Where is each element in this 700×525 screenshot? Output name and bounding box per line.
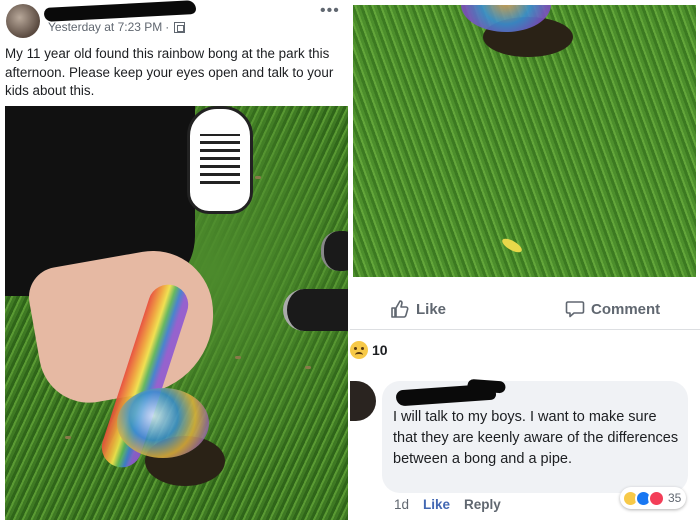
comment-reactions[interactable]: 35 — [620, 487, 687, 509]
comment-reaction-count: 35 — [668, 491, 682, 505]
white-sneaker — [187, 106, 253, 214]
post-photo[interactable] — [5, 106, 348, 520]
yellow-leaf — [500, 236, 524, 255]
post-meta: Yesterday at 7:23 PM · — [48, 20, 186, 34]
speech-bubble-icon — [565, 301, 585, 318]
audience-icon[interactable] — [174, 21, 186, 33]
meta-separator: · — [165, 20, 170, 34]
like-button[interactable]: Like — [390, 299, 446, 319]
sad-emoji-icon — [350, 341, 368, 359]
rainbow-pipe-bowl — [117, 388, 209, 458]
comment-button[interactable]: Comment — [565, 299, 660, 319]
poster-avatar[interactable] — [6, 4, 40, 38]
comment-text: I will talk to my boys. I want to make s… — [393, 409, 679, 467]
action-bar: Like Comment — [350, 290, 700, 330]
commenter-avatar[interactable] — [350, 381, 376, 421]
comment-label: Comment — [591, 300, 661, 318]
like-label: Like — [416, 300, 447, 318]
grass-debris — [65, 436, 71, 439]
commenter-name-redaction — [395, 383, 497, 407]
grass-debris — [235, 356, 241, 359]
grass-debris — [255, 176, 261, 179]
comment-bubble: I will talk to my boys. I want to make s… — [382, 381, 688, 493]
thumbs-up-icon — [391, 300, 409, 318]
grass-debris — [305, 366, 311, 369]
post-header: Yesterday at 7:23 PM · ••• — [0, 0, 350, 44]
post-timestamp[interactable]: Yesterday at 7:23 PM — [48, 20, 162, 34]
reaction-summary[interactable]: 10 — [350, 341, 388, 359]
black-shoe — [321, 231, 348, 271]
black-shoe — [283, 289, 348, 331]
post-photo-continued[interactable] — [353, 5, 696, 277]
comment-like-link[interactable]: Like — [423, 497, 450, 512]
comment-time[interactable]: 1d — [394, 497, 409, 512]
comment-reply-link[interactable]: Reply — [464, 497, 501, 512]
post-text: My 11 year old found this rainbow bong a… — [5, 46, 334, 98]
poster-name-redaction — [43, 0, 197, 22]
reaction-count: 10 — [372, 342, 388, 358]
post-panel: Yesterday at 7:23 PM · ••• My 11 year ol… — [0, 0, 350, 525]
reactions-panel: Like Comment 10 I will talk to my boys. … — [350, 0, 700, 525]
love-reaction-icon — [648, 489, 665, 507]
comment-meta: 1d Like Reply — [394, 497, 501, 512]
more-options-icon[interactable]: ••• — [320, 2, 340, 20]
